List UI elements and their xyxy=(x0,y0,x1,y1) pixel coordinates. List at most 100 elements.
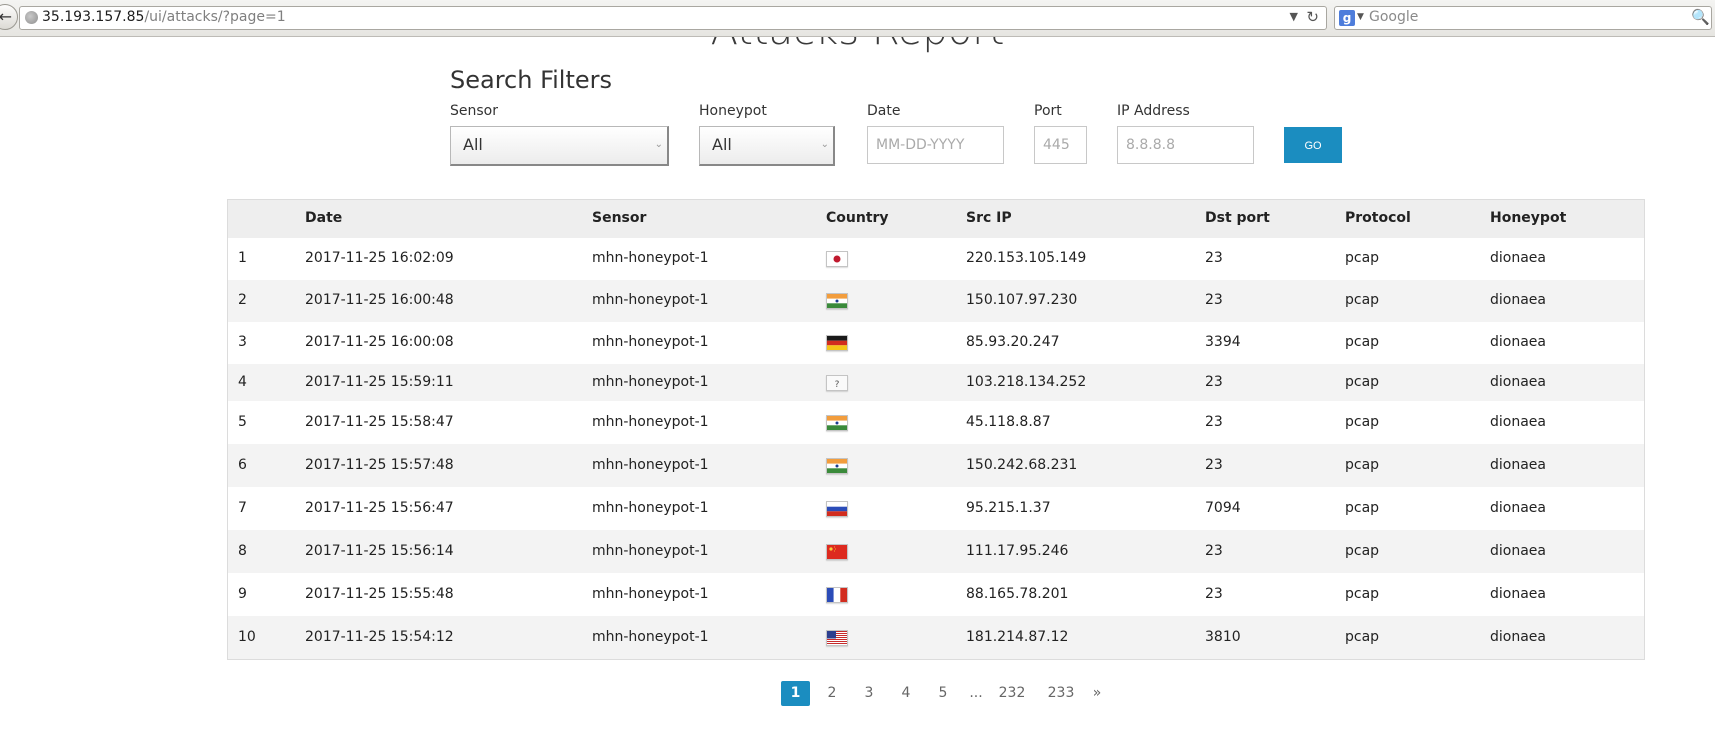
cell-number: 8 xyxy=(238,543,247,559)
next-page-link[interactable]: » xyxy=(1087,681,1107,706)
cell-src-ip: 85.93.20.247 xyxy=(966,334,1060,350)
cell-dst-port: 23 xyxy=(1205,543,1223,559)
cell-protocol: pcap xyxy=(1345,457,1380,473)
browser-search-field[interactable]: g ▼ Google 🔍 xyxy=(1334,6,1712,30)
attacks-table: Date Sensor Country Src IP Dst port Prot… xyxy=(227,199,1645,660)
cell-honeypot: dionaea xyxy=(1490,414,1546,430)
cell-sensor: mhn-honeypot-1 xyxy=(592,334,709,350)
india-flag-icon xyxy=(826,293,848,309)
cell-dst-port: 23 xyxy=(1205,414,1223,430)
date-label: Date xyxy=(867,103,901,119)
cell-date: 2017-11-25 16:00:48 xyxy=(305,292,454,308)
france-flag-icon xyxy=(826,587,848,603)
sensor-select[interactable]: All ⌄ xyxy=(450,126,669,166)
cell-honeypot: dionaea xyxy=(1490,457,1546,473)
table-row: 2 2017-11-25 16:00:48 mhn-honeypot-1 150.10… xyxy=(228,280,1644,322)
cell-date: 2017-11-25 15:57:48 xyxy=(305,457,454,473)
cell-dst-port: 23 xyxy=(1205,586,1223,602)
back-arrow-glyph: ← xyxy=(0,7,12,26)
chevron-down-icon: ⌄ xyxy=(654,139,663,150)
cell-honeypot: dionaea xyxy=(1490,629,1546,645)
cell-src-ip: 103.218.134.252 xyxy=(966,374,1087,390)
reload-icon[interactable]: ↻ xyxy=(1306,8,1319,26)
address-bar[interactable]: 35.193.157.85/ui/attacks/?page=1 ▼ ↻ xyxy=(19,6,1327,30)
cell-honeypot: dionaea xyxy=(1490,292,1546,308)
page-link-233[interactable]: 233 xyxy=(1041,681,1081,706)
cell-sensor: mhn-honeypot-1 xyxy=(592,292,709,308)
engine-chevron-down-icon[interactable]: ▼ xyxy=(1357,12,1364,22)
browser-toolbar: ← 35.193.157.85/ui/attacks/?page=1 ▼ ↻ g… xyxy=(0,0,1715,37)
cell-number: 9 xyxy=(238,586,247,602)
cell-date: 2017-11-25 16:00:08 xyxy=(305,334,454,350)
cell-dst-port: 23 xyxy=(1205,292,1223,308)
page-link-4[interactable]: 4 xyxy=(896,681,916,706)
filters-heading: Search Filters xyxy=(450,66,613,94)
date-placeholder: MM-DD-YYYY xyxy=(876,137,965,153)
honeypot-select-value: All xyxy=(712,135,732,154)
cell-number: 10 xyxy=(238,629,256,645)
search-icon[interactable]: 🔍 xyxy=(1691,8,1710,26)
cell-date: 2017-11-25 15:56:14 xyxy=(305,543,454,559)
page-link-2[interactable]: 2 xyxy=(822,681,842,706)
cell-src-ip: 88.165.78.201 xyxy=(966,586,1069,602)
url-path: /ui/attacks/?page=1 xyxy=(144,9,286,25)
japan-flag-icon xyxy=(826,251,848,267)
cell-number: 1 xyxy=(238,250,247,266)
unknown-flag-icon: ? xyxy=(826,375,848,391)
cell-sensor: mhn-honeypot-1 xyxy=(592,250,709,266)
col-header-honeypot: Honeypot xyxy=(1490,210,1567,226)
cell-src-ip: 45.118.8.87 xyxy=(966,414,1051,430)
port-label: Port xyxy=(1034,103,1062,119)
cell-dst-port: 3810 xyxy=(1205,629,1241,645)
search-engine-icon[interactable]: g xyxy=(1339,10,1355,26)
url-text[interactable]: 35.193.157.85/ui/attacks/?page=1 xyxy=(42,9,286,25)
india-flag-icon xyxy=(826,458,848,474)
honeypot-select[interactable]: All ⌄ xyxy=(699,126,835,166)
cell-honeypot: dionaea xyxy=(1490,500,1546,516)
page-link-1[interactable]: 1 xyxy=(781,681,810,706)
china-flag-icon xyxy=(826,544,848,560)
cell-protocol: pcap xyxy=(1345,250,1380,266)
cell-src-ip: 220.153.105.149 xyxy=(966,250,1087,266)
cell-date: 2017-11-25 15:55:48 xyxy=(305,586,454,602)
usa-flag-icon xyxy=(826,630,848,646)
india-flag-icon xyxy=(826,415,848,431)
cell-number: 6 xyxy=(238,457,247,473)
col-header-sensor: Sensor xyxy=(592,210,647,226)
ip-address-label: IP Address xyxy=(1117,103,1190,119)
page-link-232[interactable]: 232 xyxy=(992,681,1032,706)
cell-dst-port: 23 xyxy=(1205,457,1223,473)
cell-protocol: pcap xyxy=(1345,500,1380,516)
page-link-3[interactable]: 3 xyxy=(859,681,879,706)
cell-number: 3 xyxy=(238,334,247,350)
col-header-src-ip: Src IP xyxy=(966,210,1012,226)
sensor-select-value: All xyxy=(463,135,483,154)
cell-dst-port: 7094 xyxy=(1205,500,1241,516)
col-header-country: Country xyxy=(826,210,889,226)
cell-protocol: pcap xyxy=(1345,629,1380,645)
url-host: 35.193.157.85 xyxy=(42,9,145,25)
chevron-down-icon[interactable]: ▼ xyxy=(1290,10,1298,23)
date-input[interactable]: MM-DD-YYYY xyxy=(867,126,1004,164)
cell-date: 2017-11-25 15:56:47 xyxy=(305,500,454,516)
cell-sensor: mhn-honeypot-1 xyxy=(592,586,709,602)
table-row: 6 2017-11-25 15:57:48 mhn-honeypot-1 150.24… xyxy=(228,444,1644,487)
table-row: 1 2017-11-25 16:02:09 mhn-honeypot-1 220.15… xyxy=(228,238,1644,280)
cell-sensor: mhn-honeypot-1 xyxy=(592,629,709,645)
page-link-5[interactable]: 5 xyxy=(933,681,953,706)
russia-flag-icon xyxy=(826,501,848,517)
go-button[interactable]: GO xyxy=(1284,127,1342,163)
cell-number: 2 xyxy=(238,292,247,308)
ip-address-input[interactable]: 8.8.8.8 xyxy=(1117,126,1254,164)
germany-flag-icon xyxy=(826,335,848,351)
table-row: 8 2017-11-25 15:56:14 mhn-honeypot-1 111.17… xyxy=(228,530,1644,573)
back-arrow-icon[interactable]: ← xyxy=(0,4,18,30)
cell-protocol: pcap xyxy=(1345,292,1380,308)
sensor-label: Sensor xyxy=(450,103,498,119)
cell-sensor: mhn-honeypot-1 xyxy=(592,414,709,430)
pagination: 1 2 3 4 5... 232 233» xyxy=(0,681,1715,709)
port-input[interactable]: 445 xyxy=(1034,126,1087,164)
globe-icon xyxy=(25,11,38,24)
cell-src-ip: 95.215.1.37 xyxy=(966,500,1051,516)
col-header-protocol: Protocol xyxy=(1345,210,1411,226)
